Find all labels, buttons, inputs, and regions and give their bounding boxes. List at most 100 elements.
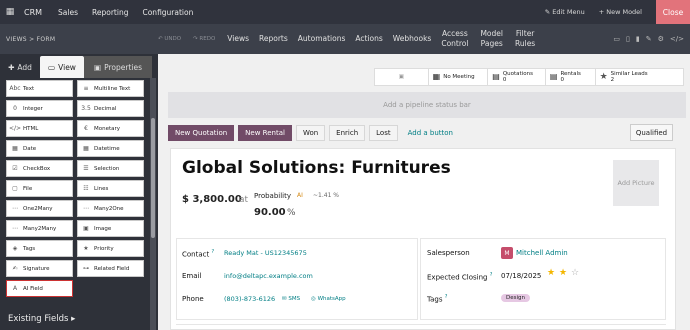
email-value[interactable]: info@deltapc.example.com: [224, 272, 313, 280]
field-signature[interactable]: ✍ Signature: [6, 260, 73, 277]
field-text[interactable]: Abc Text: [6, 80, 73, 97]
menu-reporting[interactable]: Reporting: [92, 8, 128, 17]
field-label: Decimal: [94, 105, 117, 112]
expected-revenue[interactable]: $ 3,800.00: [182, 194, 242, 205]
menu-configuration[interactable]: Configuration: [142, 8, 193, 17]
add-status-bar[interactable]: Add a pipeline status bar: [168, 92, 686, 118]
gear-icon[interactable]: ⚙: [658, 35, 664, 43]
tab-view[interactable]: ▭ View: [40, 56, 84, 78]
field-many2one[interactable]: ⋯ Many2One: [77, 200, 144, 217]
tab-access-control[interactable]: Access Control: [441, 29, 468, 49]
new-rental-button[interactable]: New Rental: [238, 125, 292, 141]
tag-icon: ◈: [12, 245, 18, 252]
sidebar-scrollbar[interactable]: [150, 78, 156, 330]
tags-label-text: Tags: [427, 295, 443, 304]
field-related-field[interactable]: ⊶ Related Field: [77, 260, 144, 277]
tab-access-control-line2: Control: [441, 39, 469, 48]
redo-button[interactable]: ↷ REDO: [193, 36, 215, 42]
phone-icon[interactable]: ▮: [636, 35, 640, 43]
probability-value[interactable]: 90.00: [254, 207, 286, 218]
smart-button-rentals[interactable]: ▤ Rentals 0: [546, 69, 596, 85]
tab-filter-rules[interactable]: Filter Rules: [515, 29, 535, 49]
list-icon: ☰: [83, 165, 89, 172]
won-button[interactable]: Won: [295, 125, 326, 141]
desktop-icon[interactable]: ▭: [613, 35, 620, 43]
contact-value[interactable]: Ready Mat - US12345675: [224, 249, 307, 257]
field-checkbox[interactable]: ☑ CheckBox: [6, 160, 73, 177]
add-picture[interactable]: Add Picture: [613, 160, 659, 206]
tab-add[interactable]: ✚ Add: [0, 56, 40, 78]
undo-button[interactable]: ↶ UNDO: [158, 36, 181, 42]
quotations-text: Quotations 0: [503, 71, 533, 83]
field-multiline-text[interactable]: ≡ Multiline Text: [77, 80, 144, 97]
field-monetary[interactable]: € Monetary: [77, 120, 144, 137]
tab-actions[interactable]: Actions: [355, 34, 382, 44]
tab-properties[interactable]: ▣ Properties: [84, 56, 152, 78]
field-label: CheckBox: [23, 165, 51, 172]
expected-closing-value[interactable]: 07/18/2025: [501, 272, 541, 280]
stage-qualified[interactable]: Qualified: [630, 124, 673, 141]
lead-title[interactable]: Global Solutions: Furnitures: [182, 158, 451, 178]
ai-badge[interactable]: AI: [297, 192, 303, 199]
tab-views[interactable]: Views: [227, 34, 249, 44]
smart-button-meeting[interactable]: ▦ No Meeting: [429, 69, 489, 85]
edit-menu-link[interactable]: ✎ Edit Menu: [545, 8, 585, 16]
field-decimal[interactable]: 3.5 Decimal: [77, 100, 144, 117]
lost-button[interactable]: Lost: [369, 125, 398, 141]
app-brand[interactable]: CRM: [24, 8, 42, 17]
scrollbar-thumb[interactable]: [151, 118, 155, 238]
field-label: Datetime: [94, 145, 120, 152]
priority-star-1[interactable]: ★: [547, 268, 555, 278]
html-icon: </>: [8, 125, 22, 132]
enrich-button[interactable]: Enrich: [329, 125, 366, 141]
euro-icon: €: [84, 125, 88, 132]
field-selection[interactable]: ☰ Selection: [77, 160, 144, 177]
priority-star-2[interactable]: ★: [559, 268, 567, 278]
avatar: M: [501, 247, 513, 259]
breadcrumb[interactable]: VIEWS > FORM: [6, 36, 158, 43]
tab-reports[interactable]: Reports: [259, 34, 288, 44]
smart-button-similar-leads[interactable]: ★ Similar Leads 2: [596, 69, 683, 85]
tablet-icon[interactable]: ▯: [626, 35, 630, 43]
field-tags[interactable]: ◈ Tags: [6, 240, 73, 257]
new-quotation-button[interactable]: New Quotation: [168, 125, 235, 141]
calendar-icon: ▦: [12, 145, 18, 152]
existing-fields-toggle[interactable]: Existing Fields ▸: [8, 314, 75, 324]
tab-model-pages[interactable]: Model Pages: [480, 29, 503, 49]
tab-webhooks[interactable]: Webhooks: [393, 34, 432, 44]
field-file[interactable]: ▢ File: [6, 180, 73, 197]
paint-icon[interactable]: ✎: [646, 35, 652, 43]
field-integer[interactable]: 0 Integer: [6, 100, 73, 117]
field-label: Tags: [23, 245, 36, 252]
code-icon[interactable]: </>: [670, 35, 684, 43]
field-lines[interactable]: ☷ Lines: [77, 180, 144, 197]
add-button-link[interactable]: Add a button: [402, 125, 459, 141]
whatsapp-link[interactable]: ◎ WhatsApp: [311, 296, 346, 302]
smart-button-quotations[interactable]: ▤ Quotations 0: [488, 69, 546, 85]
menu-sales[interactable]: Sales: [58, 8, 78, 17]
tab-view-label: View: [58, 62, 76, 72]
salesperson-value[interactable]: Mitchell Admin: [516, 249, 568, 257]
grid-icon[interactable]: ▦: [0, 7, 20, 17]
new-model-link[interactable]: + New Model: [599, 8, 642, 16]
field-date[interactable]: ▦ Date: [6, 140, 73, 157]
priority-star-3[interactable]: ☆: [571, 268, 579, 278]
sms-label: SMS: [288, 296, 301, 302]
quotations-label: Quotations: [502, 71, 533, 77]
field-image[interactable]: ▣ Image: [77, 220, 144, 237]
link-icon: ⊶: [83, 265, 89, 272]
field-html[interactable]: </> HTML: [6, 120, 73, 137]
phone-value[interactable]: (803)-873-6126: [224, 295, 275, 303]
field-datetime[interactable]: ▦ Datetime: [77, 140, 144, 157]
sms-link[interactable]: ✉ SMS: [282, 296, 300, 302]
field-ai-field[interactable]: A AI Field: [6, 280, 73, 297]
field-label: Selection: [94, 165, 120, 172]
tag-badge[interactable]: Design: [501, 294, 530, 302]
field-one2many[interactable]: ⋯ One2Many: [6, 200, 73, 217]
field-priority[interactable]: ★ Priority: [77, 240, 144, 257]
close-button[interactable]: Close: [656, 0, 690, 24]
top-navbar: ▦ CRM Sales Reporting Configuration ✎ Ed…: [0, 0, 690, 24]
field-many2many[interactable]: ⋯ Many2Many: [6, 220, 73, 237]
smart-button-empty[interactable]: ▣: [375, 69, 429, 85]
tab-automations[interactable]: Automations: [298, 34, 346, 44]
